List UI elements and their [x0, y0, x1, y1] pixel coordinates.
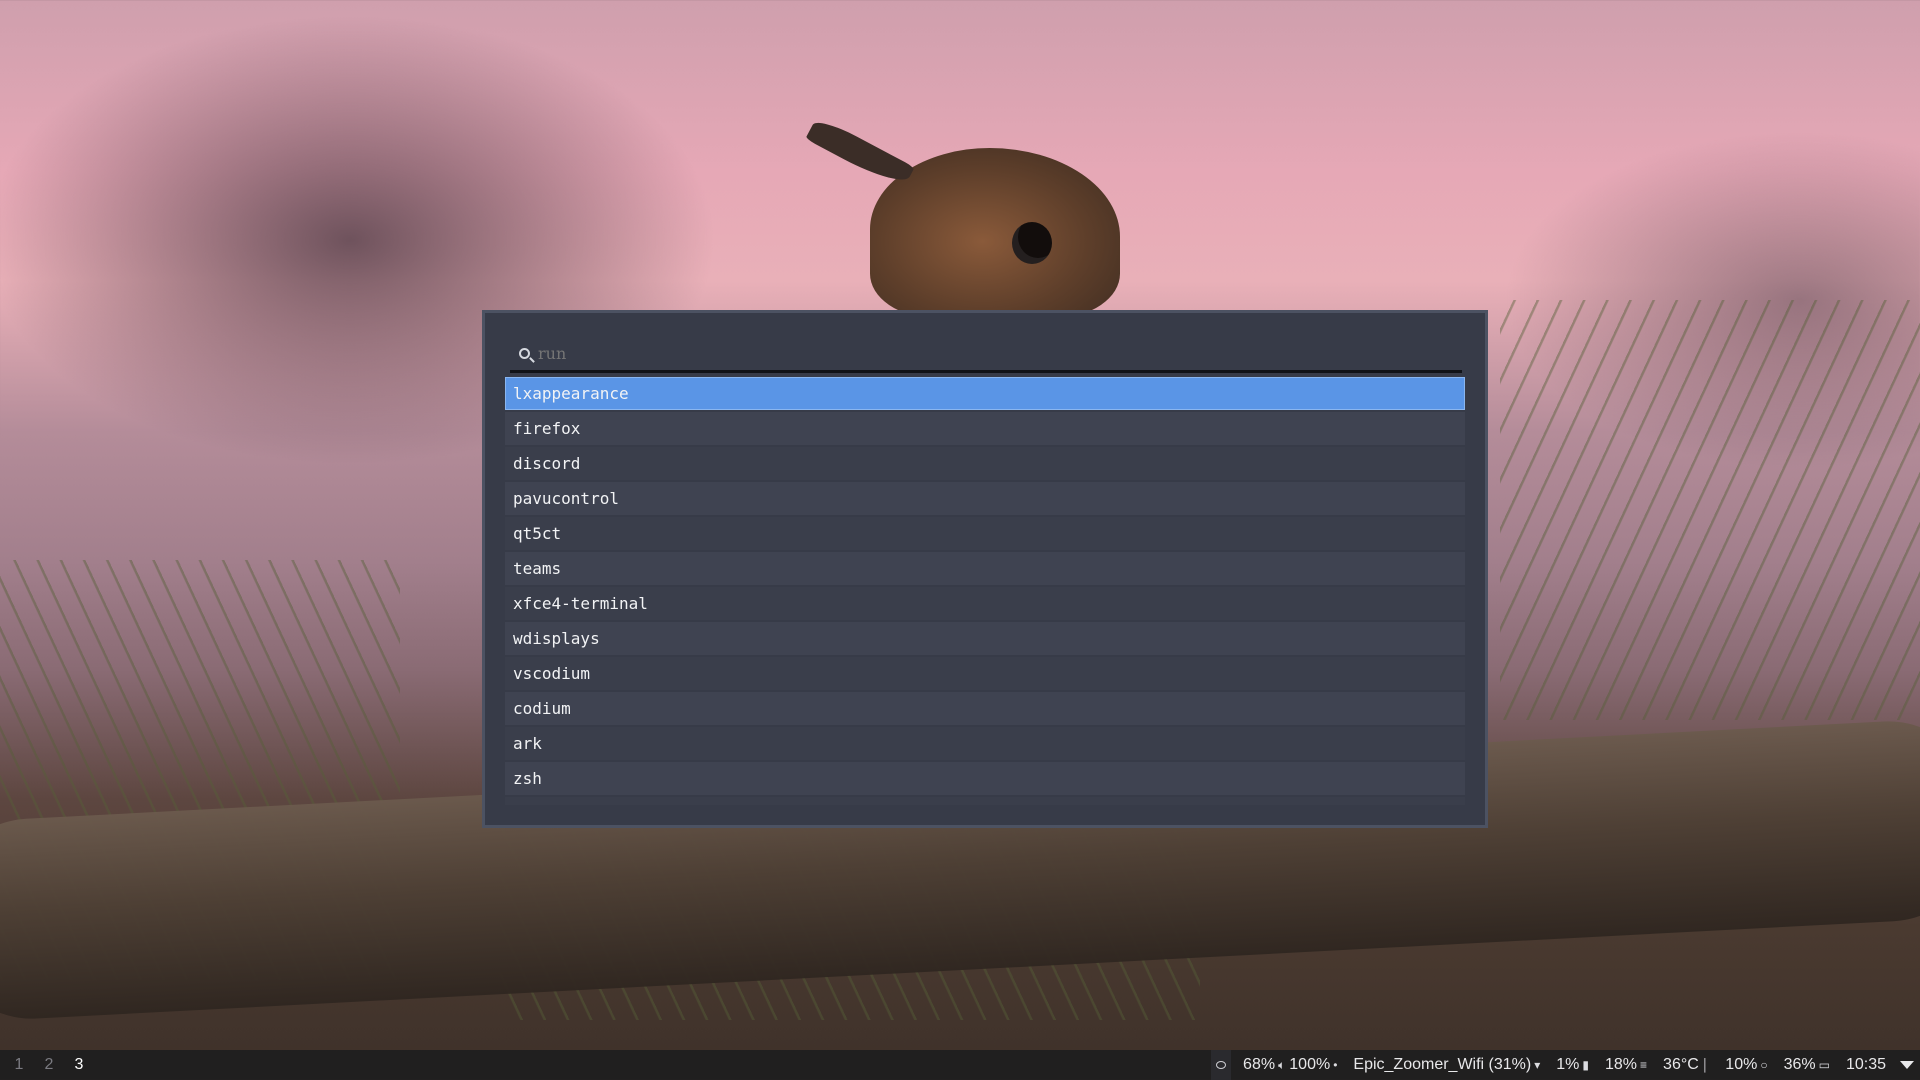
cpu-module[interactable]: 1% ▮: [1548, 1050, 1597, 1080]
cpu-icon: ▮: [1582, 1058, 1589, 1072]
clock[interactable]: 10:35: [1838, 1050, 1894, 1080]
taskbar: 1 2 3 68% 🔈︎ 100% • Epic_Zoomer_Wifi (31…: [0, 1050, 1920, 1080]
volume-module[interactable]: 68% 🔈︎ 100% •: [1235, 1050, 1345, 1080]
launcher-search-bar: [510, 339, 1462, 373]
list-item[interactable]: vscodium: [505, 657, 1465, 690]
workspace-1-button[interactable]: 1: [4, 1050, 34, 1080]
wallpaper-pine-needles-right: [1500, 300, 1920, 720]
list-item[interactable]: discord: [505, 447, 1465, 480]
status-area: 68% 🔈︎ 100% • Epic_Zoomer_Wifi (31%) ▾ 1…: [1211, 1050, 1920, 1080]
microphone-icon: •: [1333, 1058, 1338, 1072]
search-input[interactable]: [538, 339, 1438, 367]
backlight-module[interactable]: 10% ○: [1717, 1050, 1775, 1080]
list-item[interactable]: pavucontrol: [505, 482, 1465, 515]
wallpaper-bird-beak: [805, 115, 915, 191]
thermometer-icon: │: [1701, 1058, 1710, 1072]
memory-icon: ≡: [1640, 1058, 1648, 1072]
battery-module[interactable]: 36% ▭: [1776, 1050, 1838, 1080]
network-value: Epic_Zoomer_Wifi (31%): [1353, 1056, 1532, 1073]
list-item[interactable]: firefox: [505, 412, 1465, 445]
list-item[interactable]: lxappearance: [505, 377, 1465, 410]
mic-value: 100%: [1289, 1056, 1331, 1073]
workspace-2-button[interactable]: 2: [34, 1050, 64, 1080]
workspace-3-button[interactable]: 3: [64, 1050, 94, 1080]
wifi-icon: ▾: [1534, 1058, 1541, 1072]
list-item[interactable]: zsh: [505, 762, 1465, 795]
speaker-icon: 🔈︎: [1278, 1057, 1286, 1072]
chevron-down-icon: [1900, 1061, 1914, 1069]
tray-icon[interactable]: [1211, 1050, 1232, 1080]
temperature-module[interactable]: 36°C │: [1655, 1050, 1717, 1080]
clock-value: 10:35: [1845, 1056, 1886, 1073]
network-module[interactable]: Epic_Zoomer_Wifi (31%) ▾: [1345, 1050, 1548, 1080]
memory-module[interactable]: 18% ≡: [1597, 1050, 1655, 1080]
volume-value: 68%: [1243, 1056, 1276, 1073]
wallpaper-bird-eye: [1012, 222, 1052, 264]
memory-value: 18%: [1605, 1056, 1638, 1073]
list-item[interactable]: codium: [505, 692, 1465, 725]
temperature-value: 36°C: [1663, 1056, 1699, 1073]
tray-expand-button[interactable]: [1894, 1050, 1920, 1080]
list-item[interactable]: qt5ct: [505, 517, 1465, 550]
battery-icon: ▭: [1818, 1058, 1830, 1072]
list-item[interactable]: teams: [505, 552, 1465, 585]
launcher-results-list[interactable]: lxappearance firefox discord pavucontrol…: [505, 377, 1465, 805]
list-item[interactable]: s...itt...: [505, 797, 1465, 805]
list-item[interactable]: xfce4-terminal: [505, 587, 1465, 620]
battery-value: 36%: [1783, 1056, 1816, 1073]
brightness-icon: ○: [1760, 1058, 1768, 1072]
eye-icon: [1216, 1061, 1227, 1069]
search-icon: [519, 348, 530, 359]
cpu-value: 1%: [1556, 1056, 1580, 1073]
list-item[interactable]: wdisplays: [505, 622, 1465, 655]
app-launcher: lxappearance firefox discord pavucontrol…: [482, 310, 1488, 828]
backlight-value: 10%: [1725, 1056, 1758, 1073]
list-item[interactable]: ark: [505, 727, 1465, 760]
